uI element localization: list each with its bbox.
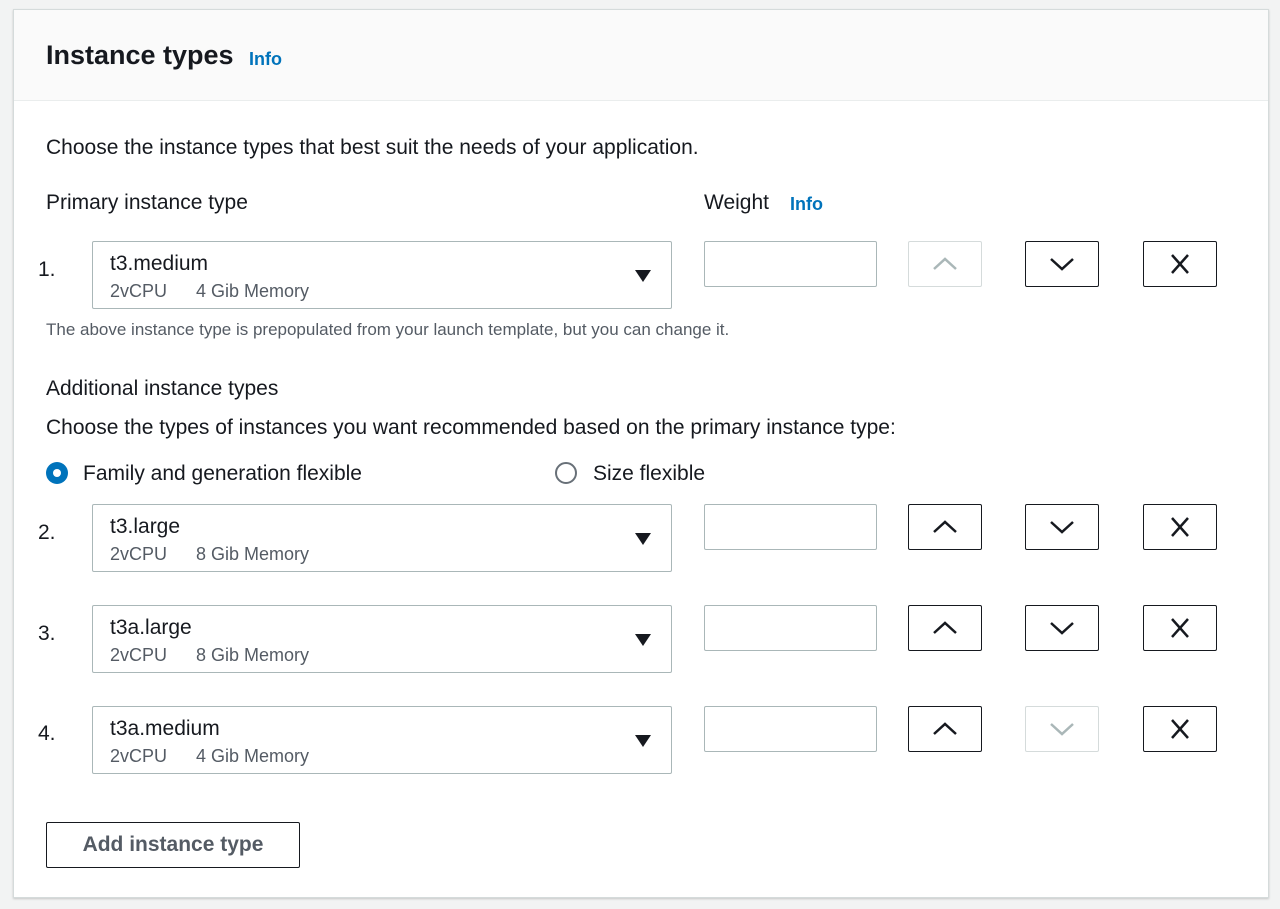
instance-type-name: t3.medium: [110, 252, 209, 275]
close-icon: [1171, 517, 1189, 537]
row-number: 3.: [38, 622, 56, 645]
add-instance-type-button[interactable]: Add instance type: [46, 822, 300, 868]
move-down-button: [1025, 706, 1099, 752]
additional-instance-label: Additional instance types: [46, 377, 279, 400]
close-icon: [1171, 719, 1189, 739]
weight-input[interactable]: [704, 706, 877, 752]
caret-down-icon: [635, 270, 651, 282]
instance-select-2[interactable]: t3.large 2vCPU 8 Gib Memory: [92, 504, 672, 572]
primary-instance-label: Primary instance type: [46, 191, 248, 214]
move-down-button[interactable]: [1025, 504, 1099, 550]
close-icon: [1171, 618, 1189, 638]
weight-label: Weight: [704, 191, 769, 214]
additional-prompt: Choose the types of instances you want r…: [46, 416, 896, 439]
chevron-up-icon: [933, 621, 957, 634]
remove-button[interactable]: [1143, 241, 1217, 287]
weight-input[interactable]: [704, 504, 877, 550]
primary-instance-select[interactable]: t3.medium 2vCPU 4 Gib Memory: [92, 241, 672, 309]
radio-size-flexible[interactable]: [555, 462, 577, 484]
caret-down-icon: [635, 533, 651, 545]
close-icon: [1171, 254, 1189, 274]
move-up-button: [908, 241, 982, 287]
radio-label-size-flexible[interactable]: Size flexible: [593, 462, 705, 486]
remove-button[interactable]: [1143, 706, 1217, 752]
radio-family-generation[interactable]: [46, 462, 68, 484]
chevron-down-icon: [1050, 521, 1074, 534]
instance-memory: 8 Gib Memory: [196, 544, 310, 564]
instance-cpu: 2vCPU: [110, 281, 168, 301]
instance-memory: 8 Gib Memory: [196, 645, 310, 665]
row-number: 4.: [38, 722, 56, 745]
remove-button[interactable]: [1143, 504, 1217, 550]
row-number: 1.: [38, 258, 56, 281]
chevron-down-icon: [1050, 723, 1074, 736]
chevron-up-icon: [933, 722, 957, 735]
weight-input[interactable]: [704, 605, 877, 651]
prepopulated-hint: The above instance type is prepopulated …: [46, 320, 730, 339]
instance-memory: 4 Gib Memory: [196, 281, 310, 301]
row-number: 2.: [38, 521, 56, 544]
instance-cpu: 2vCPU: [110, 544, 168, 564]
instance-type-name: t3a.large: [110, 616, 192, 639]
instance-type-name: t3.large: [110, 515, 181, 538]
chevron-down-icon: [1050, 622, 1074, 635]
radio-label-family-generation[interactable]: Family and generation flexible: [83, 462, 362, 486]
instance-cpu: 2vCPU: [110, 746, 168, 766]
remove-button[interactable]: [1143, 605, 1217, 651]
instance-select-4[interactable]: t3a.medium 2vCPU 4 Gib Memory: [92, 706, 672, 774]
instance-memory: 4 Gib Memory: [196, 746, 310, 766]
instance-types-panel: Instance types Info Choose the instance …: [13, 9, 1269, 898]
header-info-link[interactable]: Info: [249, 49, 282, 70]
instance-type-name: t3a.medium: [110, 717, 220, 740]
description-text: Choose the instance types that best suit…: [46, 136, 699, 159]
instance-select-3[interactable]: t3a.large 2vCPU 8 Gib Memory: [92, 605, 672, 673]
caret-down-icon: [635, 735, 651, 747]
weight-info-link[interactable]: Info: [790, 194, 823, 215]
panel-header: Instance types Info: [14, 10, 1268, 101]
move-up-button[interactable]: [908, 605, 982, 651]
chevron-down-icon: [1050, 258, 1074, 271]
caret-down-icon: [635, 634, 651, 646]
move-up-button[interactable]: [908, 706, 982, 752]
move-down-button[interactable]: [1025, 605, 1099, 651]
weight-input[interactable]: [704, 241, 877, 287]
instance-cpu: 2vCPU: [110, 645, 168, 665]
panel-title: Instance types: [46, 40, 234, 70]
chevron-up-icon: [933, 520, 957, 533]
chevron-up-icon: [933, 257, 957, 270]
move-up-button[interactable]: [908, 504, 982, 550]
move-down-button[interactable]: [1025, 241, 1099, 287]
